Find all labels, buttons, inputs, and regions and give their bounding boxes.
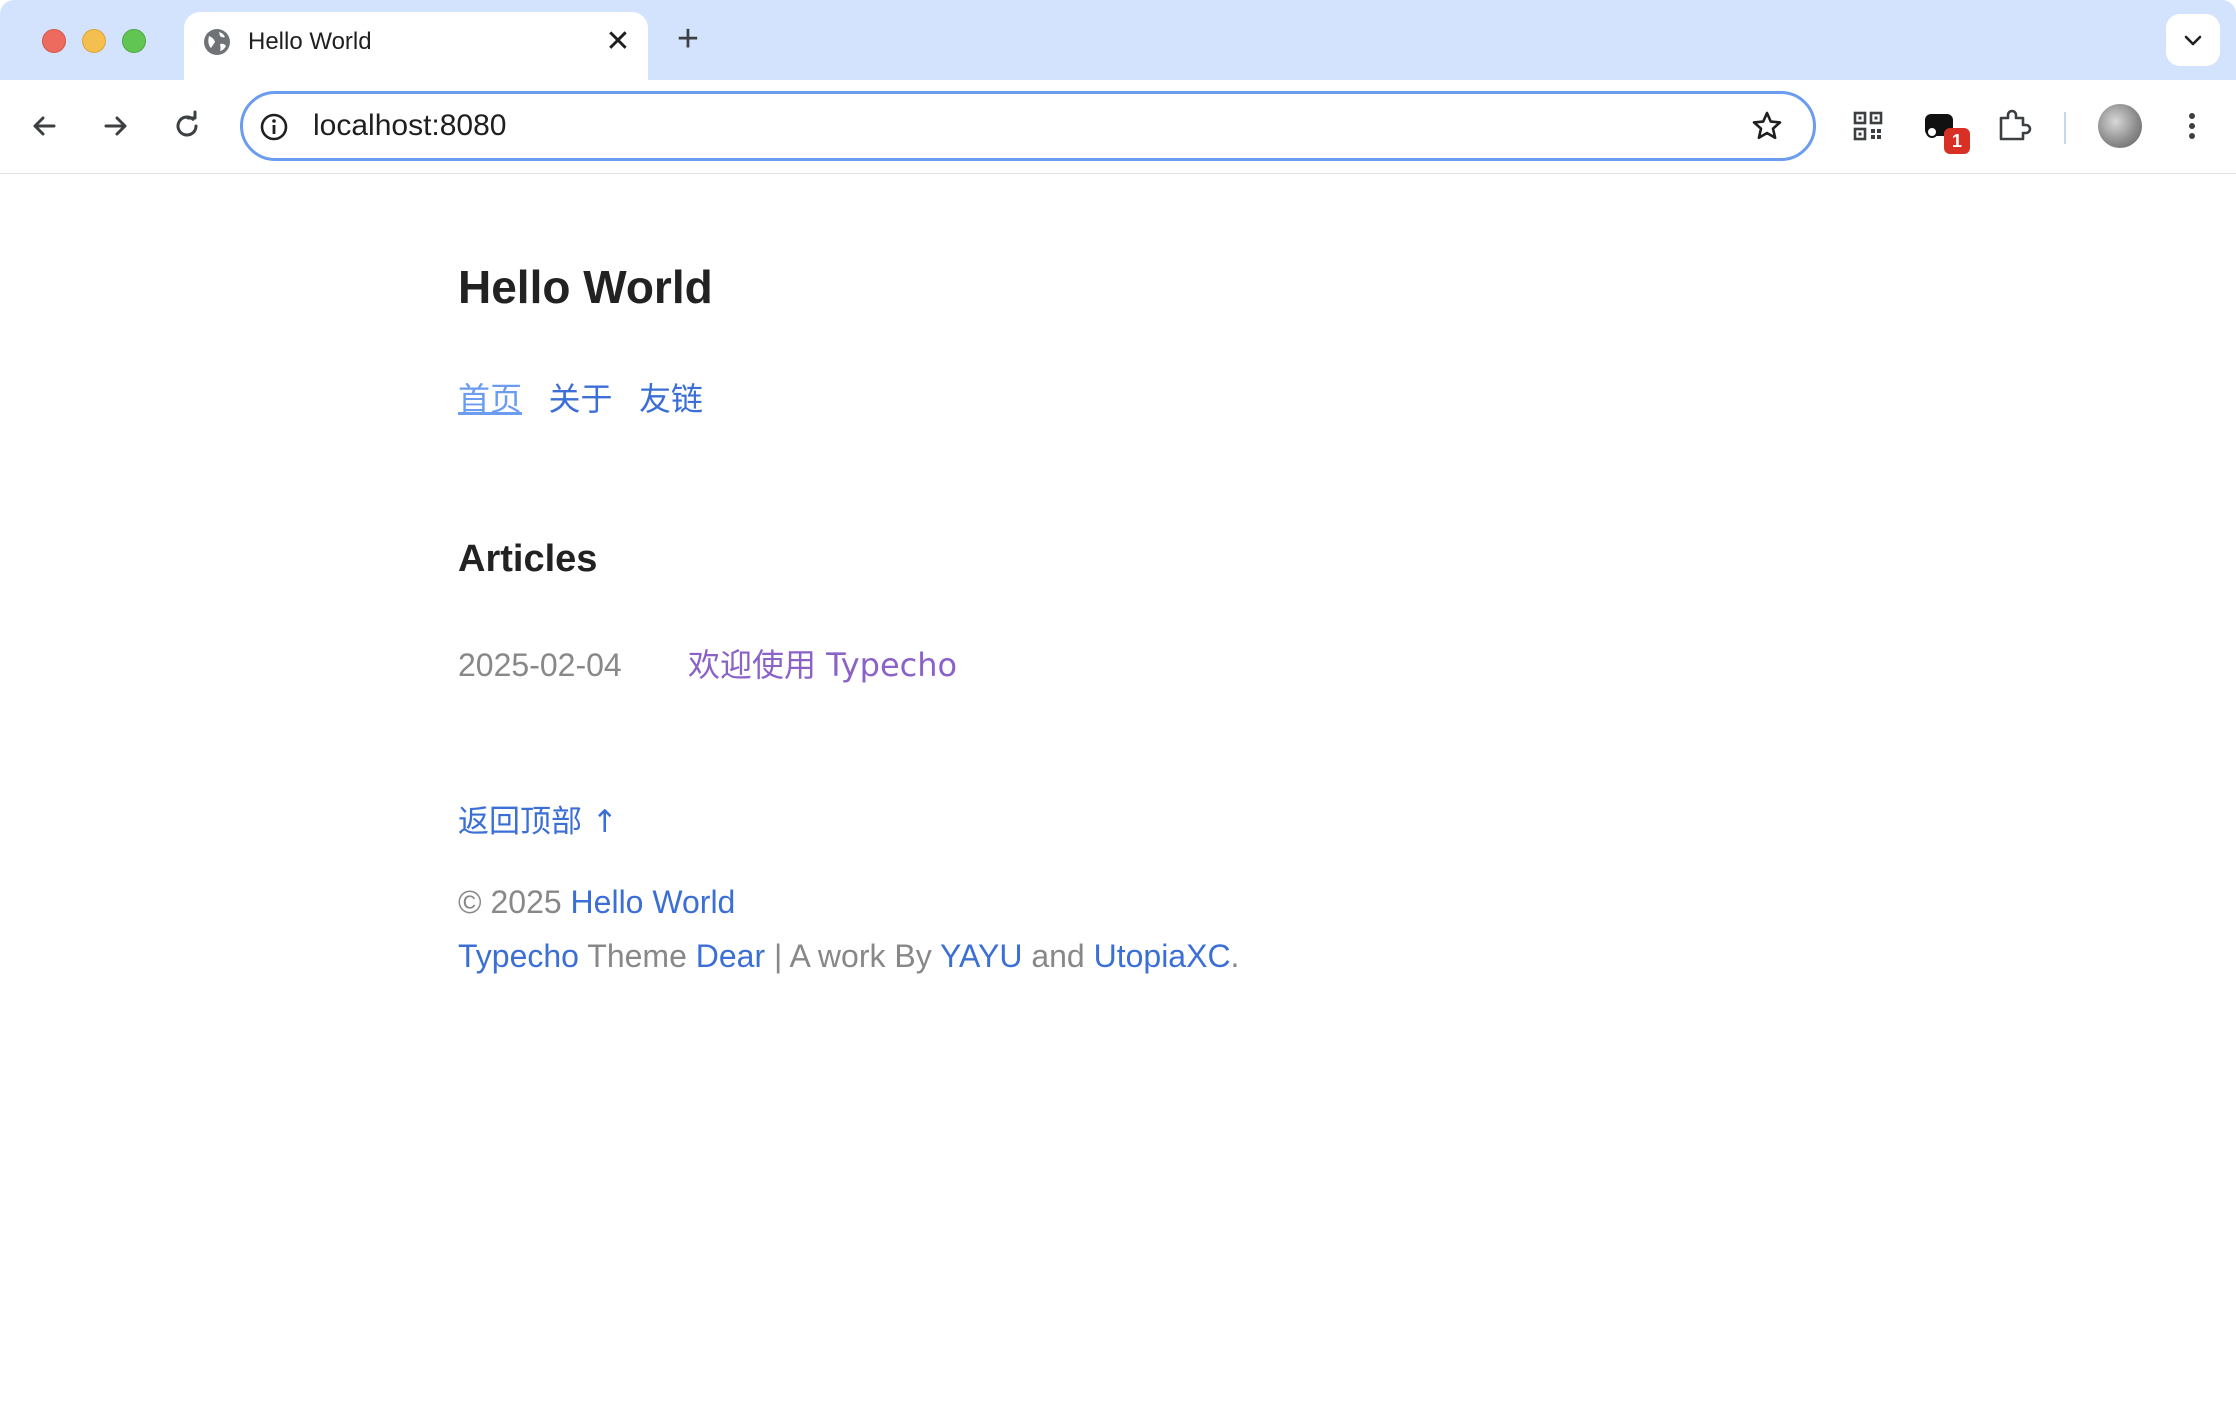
- nav-about-link[interactable]: 关于: [548, 380, 612, 418]
- qr-code-icon: [1853, 111, 1883, 141]
- browser-window: Hello World ✕ + localhost:8080 1 Hello W…: [0, 0, 2236, 1414]
- toolbar-separator: [2064, 112, 2066, 144]
- period-text: .: [1230, 938, 1240, 974]
- tab-title: Hello World: [248, 28, 372, 55]
- extensions-menu-button[interactable]: [1992, 104, 2036, 148]
- globe-icon: [202, 27, 232, 57]
- chevron-down-icon: [2184, 35, 2202, 46]
- article-date: 2025-02-04: [458, 647, 622, 683]
- window-maximize-button[interactable]: [122, 29, 146, 53]
- typecho-link[interactable]: Typecho: [458, 938, 579, 974]
- copyright: © 2025 Hello World: [458, 884, 735, 921]
- qr-code-extension[interactable]: [1846, 104, 1890, 148]
- back-icon: [33, 116, 56, 136]
- plus-icon[interactable]: +: [670, 20, 706, 58]
- list-item: 2025-02-04 欢迎使用 Typecho: [458, 640, 957, 686]
- browser-tab[interactable]: Hello World ✕: [184, 12, 648, 80]
- forward-icon: [104, 116, 127, 136]
- back-button[interactable]: [22, 104, 66, 148]
- browser-toolbar: 1: [0, 80, 2236, 174]
- more-vert-icon: [2189, 113, 2195, 139]
- and-text: and: [1031, 938, 1085, 974]
- back-to-top-link[interactable]: 返回顶部 ↑: [458, 796, 618, 841]
- extension-button[interactable]: 1: [1918, 104, 1970, 154]
- window-minimize-button[interactable]: [82, 29, 106, 53]
- site-nav: 首页 关于 友链: [458, 374, 725, 420]
- star-icon[interactable]: [1751, 110, 1783, 142]
- articles-heading: Articles: [458, 538, 598, 580]
- reload-button[interactable]: [165, 104, 209, 148]
- menu-button[interactable]: [2170, 104, 2214, 148]
- tab-search-button[interactable]: [2166, 14, 2220, 66]
- nav-links-link[interactable]: 友链: [639, 380, 703, 418]
- nav-home-link[interactable]: 首页: [458, 380, 522, 418]
- close-icon[interactable]: ✕: [604, 27, 632, 57]
- extension-badge: 1: [1944, 128, 1970, 154]
- address-bar[interactable]: [240, 91, 1816, 161]
- yayu-link[interactable]: YAYU: [940, 938, 1022, 974]
- author-text: | A work By: [774, 938, 932, 974]
- url-input[interactable]: [313, 106, 1693, 146]
- theme-credits: Typecho Theme Dear | A work By YAYU and …: [458, 938, 1239, 975]
- avatar[interactable]: [2098, 104, 2142, 148]
- puzzle-icon: [1999, 109, 2032, 141]
- copyright-text: © 2025: [458, 884, 562, 920]
- forward-button[interactable]: [94, 104, 138, 148]
- window-close-button[interactable]: [42, 29, 66, 53]
- theme-text: Theme: [587, 938, 687, 974]
- info-icon[interactable]: [259, 112, 289, 142]
- reload-icon: [176, 110, 198, 137]
- site-title[interactable]: Hello World: [458, 260, 713, 314]
- article-link[interactable]: 欢迎使用 Typecho: [688, 646, 957, 684]
- utopiaxc-link[interactable]: UtopiaXC: [1094, 938, 1231, 974]
- copyright-site-link[interactable]: Hello World: [571, 884, 736, 920]
- tab-strip: Hello World ✕ +: [0, 0, 2236, 80]
- dear-theme-link[interactable]: Dear: [696, 938, 765, 974]
